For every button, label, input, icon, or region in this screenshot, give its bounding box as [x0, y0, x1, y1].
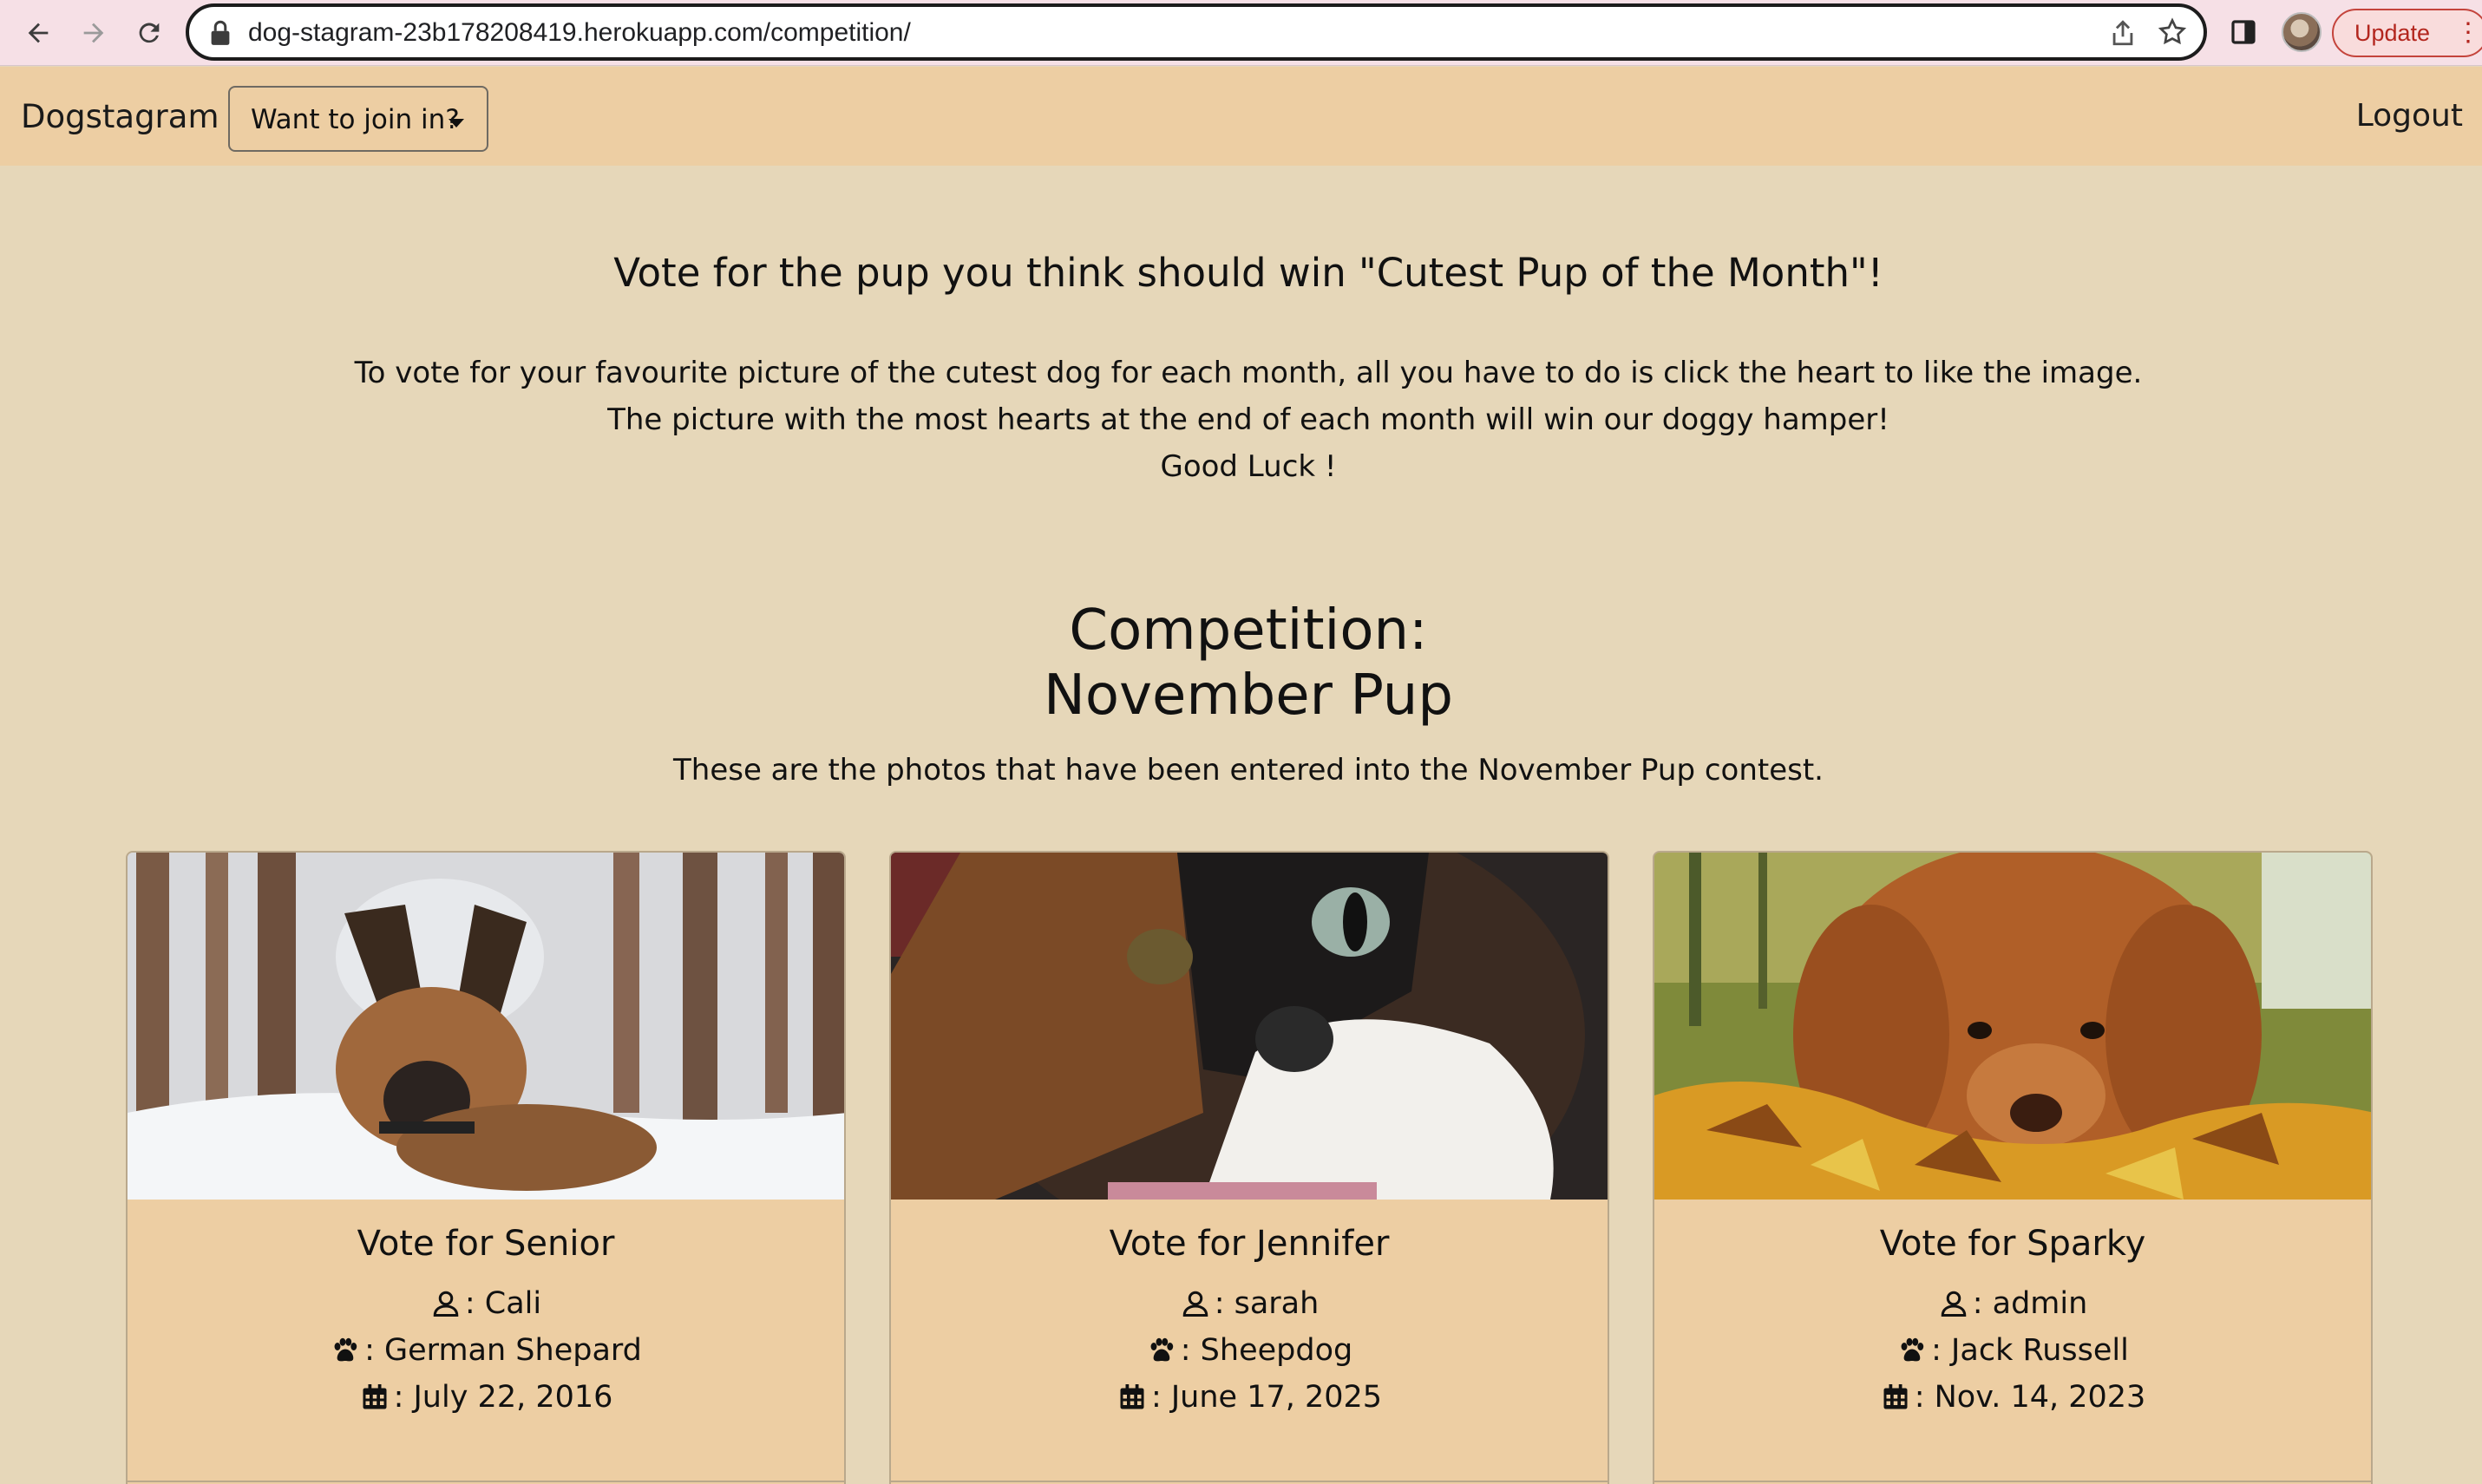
- entry-title: Vote for Jennifer: [1109, 1224, 1390, 1264]
- user-icon: [1182, 1291, 1208, 1317]
- entry-owner-text: : Cali: [464, 1286, 542, 1321]
- entry-card: Vote for Jennifer : sarah : Sheepdog : J…: [889, 851, 1609, 1484]
- update-button[interactable]: Update ⋮: [2332, 9, 2482, 57]
- entry-date-text: : Nov. 14, 2023: [1914, 1380, 2146, 1415]
- intro-line: Good Luck !: [1160, 449, 1337, 484]
- more-menu-icon[interactable]: ⋮: [2455, 10, 2481, 56]
- entry-breed: : Jack Russell: [1654, 1333, 2371, 1368]
- address-bar[interactable]: dog-stagram-23b178208419.herokuapp.com/c…: [186, 3, 2207, 61]
- browser-toolbar: dog-stagram-23b178208419.herokuapp.com/c…: [0, 0, 2482, 66]
- card-divider: [1654, 1481, 2371, 1482]
- entry-card: Vote for Sparky : admin : Jack Russell :…: [1653, 851, 2373, 1484]
- competition-subtitle: These are the photos that have been ente…: [673, 753, 1824, 788]
- site-navbar: Dogstagram Want to join in? Logout: [0, 67, 2482, 166]
- card-divider: [891, 1481, 1608, 1482]
- brand-link[interactable]: Dogstagram: [21, 98, 219, 135]
- entry-date: : Nov. 14, 2023: [1654, 1380, 2371, 1415]
- golden-dog-photo: [1654, 853, 2371, 1200]
- card-divider: [128, 1481, 844, 1482]
- caret-down-icon: [449, 119, 464, 127]
- entry-breed-text: : Sheepdog: [1180, 1333, 1353, 1368]
- entry-photo[interactable]: [128, 853, 844, 1200]
- intro-line: To vote for your favourite picture of th…: [354, 356, 2143, 390]
- join-dropdown-label: Want to join in?: [251, 104, 460, 135]
- arrow-right-icon: [83, 23, 104, 43]
- calico-cat-photo: [891, 853, 1608, 1200]
- paw-icon: [334, 1337, 357, 1362]
- update-label: Update: [2354, 20, 2431, 46]
- entry-breed: : German Shepard: [128, 1333, 844, 1368]
- calendar-icon: [363, 1384, 387, 1409]
- entry-breed: : Sheepdog: [891, 1333, 1608, 1368]
- entry-date: : June 17, 2025: [891, 1380, 1608, 1415]
- entry-photo[interactable]: [891, 853, 1608, 1200]
- entry-card: Vote for Senior : Cali : German Shepard …: [126, 851, 846, 1484]
- entry-date-text: : June 17, 2025: [1150, 1380, 1383, 1415]
- entry-breed-text: : German Shepard: [364, 1333, 642, 1368]
- paw-icon: [1901, 1337, 1924, 1362]
- reload-button[interactable]: [128, 12, 170, 54]
- calendar-icon: [1883, 1384, 1908, 1409]
- user-icon: [1941, 1291, 1966, 1317]
- calendar-icon: [1120, 1384, 1144, 1409]
- entry-owner: : Cali: [128, 1286, 844, 1321]
- paw-icon: [1150, 1337, 1173, 1362]
- entry-date: : July 22, 2016: [128, 1380, 844, 1415]
- competition-name: November Pup: [1044, 664, 1453, 728]
- bookmark-star-icon[interactable]: [2157, 16, 2188, 48]
- entry-owner-text: : admin: [1972, 1286, 2088, 1321]
- entry-owner-text: : sarah: [1214, 1286, 1320, 1321]
- entry-breed-text: : Jack Russell: [1931, 1333, 2129, 1368]
- forward-button[interactable]: [73, 12, 115, 54]
- url-text: dog-stagram-23b178208419.herokuapp.com/c…: [248, 18, 911, 47]
- profile-avatar[interactable]: [2282, 12, 2322, 52]
- intro-line: The picture with the most hearts at the …: [607, 402, 1889, 437]
- entry-title: Vote for Senior: [357, 1224, 615, 1264]
- entry-owner: : admin: [1654, 1286, 2371, 1321]
- entry-title: Vote for Sparky: [1879, 1224, 2146, 1264]
- user-icon: [433, 1291, 459, 1317]
- join-dropdown-button[interactable]: Want to join in?: [228, 86, 488, 152]
- intro-title: Vote for the pup you think should win "C…: [613, 250, 1883, 296]
- share-icon[interactable]: [2108, 18, 2138, 48]
- lock-icon: [211, 20, 230, 45]
- arrow-left-icon: [28, 23, 49, 43]
- reload-icon: [139, 23, 160, 43]
- back-button[interactable]: [17, 12, 59, 54]
- competition-heading: Competition:: [1069, 598, 1428, 663]
- german-shepherd-photo: [128, 853, 844, 1200]
- entry-date-text: : July 22, 2016: [393, 1380, 613, 1415]
- entry-photo[interactable]: [1654, 853, 2371, 1200]
- logout-link[interactable]: Logout: [2356, 98, 2463, 134]
- entry-owner: : sarah: [891, 1286, 1608, 1321]
- side-panel-icon[interactable]: [2230, 18, 2257, 46]
